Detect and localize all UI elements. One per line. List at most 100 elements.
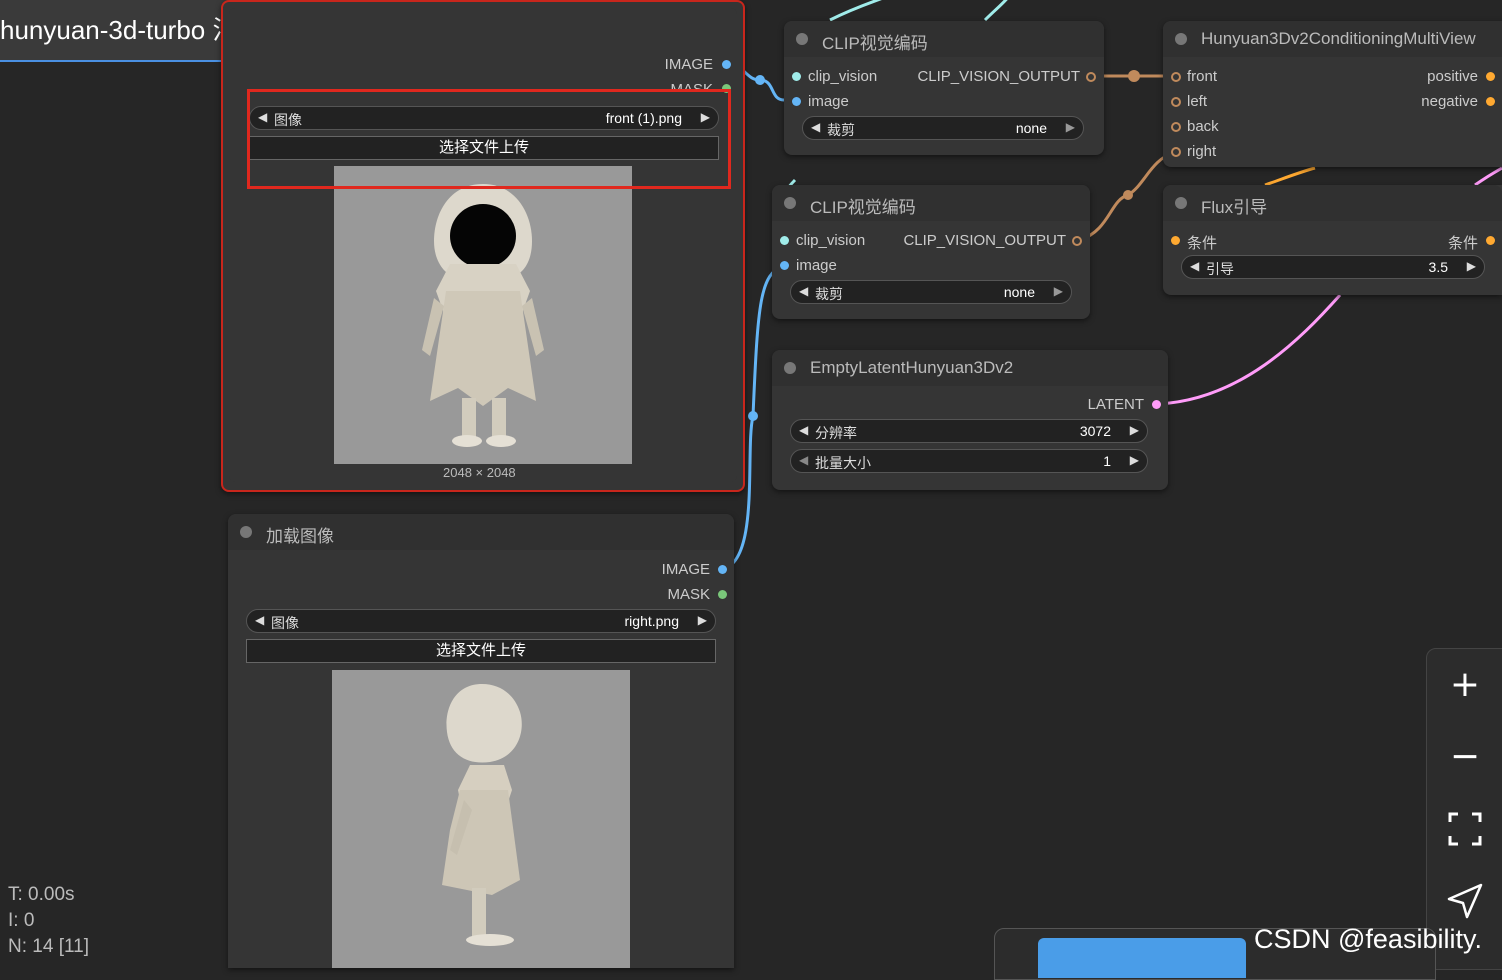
clip-vision-encode-node-2[interactable]: CLIP视觉编码 clip_vision image CLIP_VISION_O… — [772, 185, 1090, 319]
upload-button[interactable]: 选择文件上传 — [246, 639, 716, 663]
input-back-label: back — [1187, 118, 1219, 135]
clip-vision-encode-node-1[interactable]: CLIP视觉编码 clip_vision image CLIP_VISION_O… — [784, 21, 1104, 155]
crop-label: 裁剪 — [827, 122, 855, 138]
input-conditioning-pin[interactable] — [1171, 236, 1180, 245]
canvas-controls: + − — [1426, 648, 1502, 970]
input-image-label: image — [808, 93, 849, 110]
zoom-out-icon[interactable]: − — [1445, 737, 1485, 777]
output-image-pin[interactable] — [722, 60, 731, 69]
fit-view-icon[interactable] — [1445, 809, 1485, 849]
resolution-value: 3072 — [1079, 423, 1111, 439]
hooded-figure-front-image — [422, 184, 544, 447]
increment-arrow-icon[interactable]: ▶ — [1467, 259, 1476, 273]
highlight-box — [247, 89, 731, 189]
zoom-in-icon[interactable]: + — [1445, 665, 1485, 705]
send-icon[interactable] — [1445, 881, 1485, 921]
image-dimensions: 2048 × 2048 — [443, 465, 516, 480]
flux-guidance-node[interactable]: Flux引导 条件 条件 ◀ 引导 3.5 ▶ — [1163, 185, 1502, 295]
prev-arrow-icon[interactable]: ◀ — [255, 613, 264, 627]
input-front-pin[interactable] — [1171, 72, 1181, 82]
decrement-arrow-icon[interactable]: ◀ — [799, 453, 808, 467]
node-status-dot — [784, 197, 796, 209]
input-conditioning-label: 条件 — [1187, 235, 1218, 252]
fit-view-svg — [1448, 812, 1482, 846]
input-front-label: front — [1187, 68, 1218, 85]
guidance-number-widget[interactable]: ◀ 引导 3.5 ▶ — [1181, 255, 1485, 279]
increment-arrow-icon[interactable]: ▶ — [1130, 423, 1139, 437]
node-status-dot — [796, 33, 808, 45]
resolution-label: 分辨率 — [815, 425, 857, 441]
input-clip-vision-label: clip_vision — [808, 68, 878, 85]
input-left-pin[interactable] — [1171, 97, 1181, 107]
input-image-pin[interactable] — [780, 261, 789, 270]
output-latent-pin[interactable] — [1152, 400, 1161, 409]
crop-select-widget[interactable]: ◀ 裁剪 none ▶ — [790, 280, 1072, 304]
output-clip-vision-label: CLIP_VISION_OUTPUT — [903, 232, 1066, 249]
output-mask-pin[interactable] — [718, 590, 727, 599]
input-back-pin[interactable] — [1171, 122, 1181, 132]
crop-select-widget[interactable]: ◀ 裁剪 none ▶ — [802, 116, 1084, 140]
send-svg — [1447, 883, 1483, 919]
hooded-figure-side-image — [442, 684, 522, 946]
node-title: Hunyuan3Dv2ConditioningMultiView — [1201, 29, 1476, 48]
input-clip-vision-pin[interactable] — [780, 236, 789, 245]
output-positive-label: positive — [1427, 68, 1478, 85]
crop-value: none — [1015, 120, 1047, 136]
output-conditioning-pin[interactable] — [1486, 236, 1495, 245]
resolution-number-widget[interactable]: ◀ 分辨率 3072 ▶ — [790, 419, 1148, 443]
wire-clip-output-2 — [1079, 150, 1176, 242]
output-image-label: IMAGE — [664, 56, 713, 73]
increment-arrow-icon[interactable]: ▶ — [1130, 453, 1139, 467]
output-image-pin[interactable] — [718, 565, 727, 574]
input-left-label: left — [1187, 93, 1208, 110]
input-right-label: right — [1187, 143, 1217, 160]
output-clip-vision-pin[interactable] — [1086, 72, 1096, 82]
load-image-node-front[interactable]: IMAGE MASK ◀ 图像 front (1).png ▶ 选择文件上传 2… — [221, 0, 745, 492]
image-select-widget[interactable]: ◀ 图像 right.png ▶ — [246, 609, 716, 633]
queue-button[interactable] — [1038, 938, 1246, 978]
image-select-value: right.png — [624, 613, 679, 629]
load-image-node-right[interactable]: 加载图像 IMAGE MASK ◀ 图像 right.png ▶ 选择文件上传 — [228, 514, 734, 968]
prev-arrow-icon[interactable]: ◀ — [811, 120, 820, 134]
prev-arrow-icon[interactable]: ◀ — [799, 284, 808, 298]
decrement-arrow-icon[interactable]: ◀ — [1190, 259, 1199, 273]
hunyuan3d-conditioning-multiview-node[interactable]: Hunyuan3Dv2ConditioningMultiView front l… — [1163, 21, 1502, 167]
node-title: EmptyLatentHunyuan3Dv2 — [810, 358, 1014, 377]
output-mask-label: MASK — [667, 586, 710, 603]
node-title: CLIP视觉编码 — [810, 198, 916, 217]
input-clip-vision-pin[interactable] — [792, 72, 801, 81]
output-positive-pin[interactable] — [1486, 72, 1495, 81]
node-status-dot — [784, 362, 796, 374]
next-arrow-icon[interactable]: ▶ — [698, 613, 707, 627]
batch-size-number-widget[interactable]: ◀ 批量大小 1 ▶ — [790, 449, 1148, 473]
input-image-label: image — [796, 257, 837, 274]
empty-latent-hunyuan3dv2-node[interactable]: EmptyLatentHunyuan3Dv2 LATENT ◀ 分辨率 3072… — [772, 350, 1168, 490]
next-arrow-icon[interactable]: ▶ — [1066, 120, 1075, 134]
decrement-arrow-icon[interactable]: ◀ — [799, 423, 808, 437]
stats-iterations: I: 0 — [8, 910, 35, 931]
input-clip-vision-label: clip_vision — [796, 232, 866, 249]
wire-conditioning — [1264, 166, 1316, 187]
node-status-dot — [1175, 33, 1187, 45]
node-status-dot — [240, 526, 252, 538]
output-negative-pin[interactable] — [1486, 97, 1495, 106]
next-arrow-icon[interactable]: ▶ — [1054, 284, 1063, 298]
image-select-label: 图像 — [271, 615, 299, 631]
crop-value: none — [1003, 284, 1035, 300]
wire-latent — [1157, 294, 1342, 406]
batch-size-label: 批量大小 — [815, 455, 871, 471]
output-conditioning-label: 条件 — [1447, 235, 1478, 252]
output-negative-label: negative — [1421, 93, 1478, 110]
wire-clip-vision-top — [829, 0, 882, 22]
node-status-dot — [1175, 197, 1187, 209]
wire-latent-2 — [1474, 166, 1502, 187]
stats-nodes: N: 14 [11] — [8, 936, 89, 957]
node-title: 加载图像 — [266, 527, 334, 546]
node-title: Flux引导 — [1201, 198, 1268, 217]
input-right-pin[interactable] — [1171, 147, 1181, 157]
output-clip-vision-pin[interactable] — [1072, 236, 1082, 246]
output-image-label: IMAGE — [661, 561, 710, 578]
node-title: CLIP视觉编码 — [822, 34, 928, 53]
crop-label: 裁剪 — [815, 286, 843, 302]
input-image-pin[interactable] — [792, 97, 801, 106]
